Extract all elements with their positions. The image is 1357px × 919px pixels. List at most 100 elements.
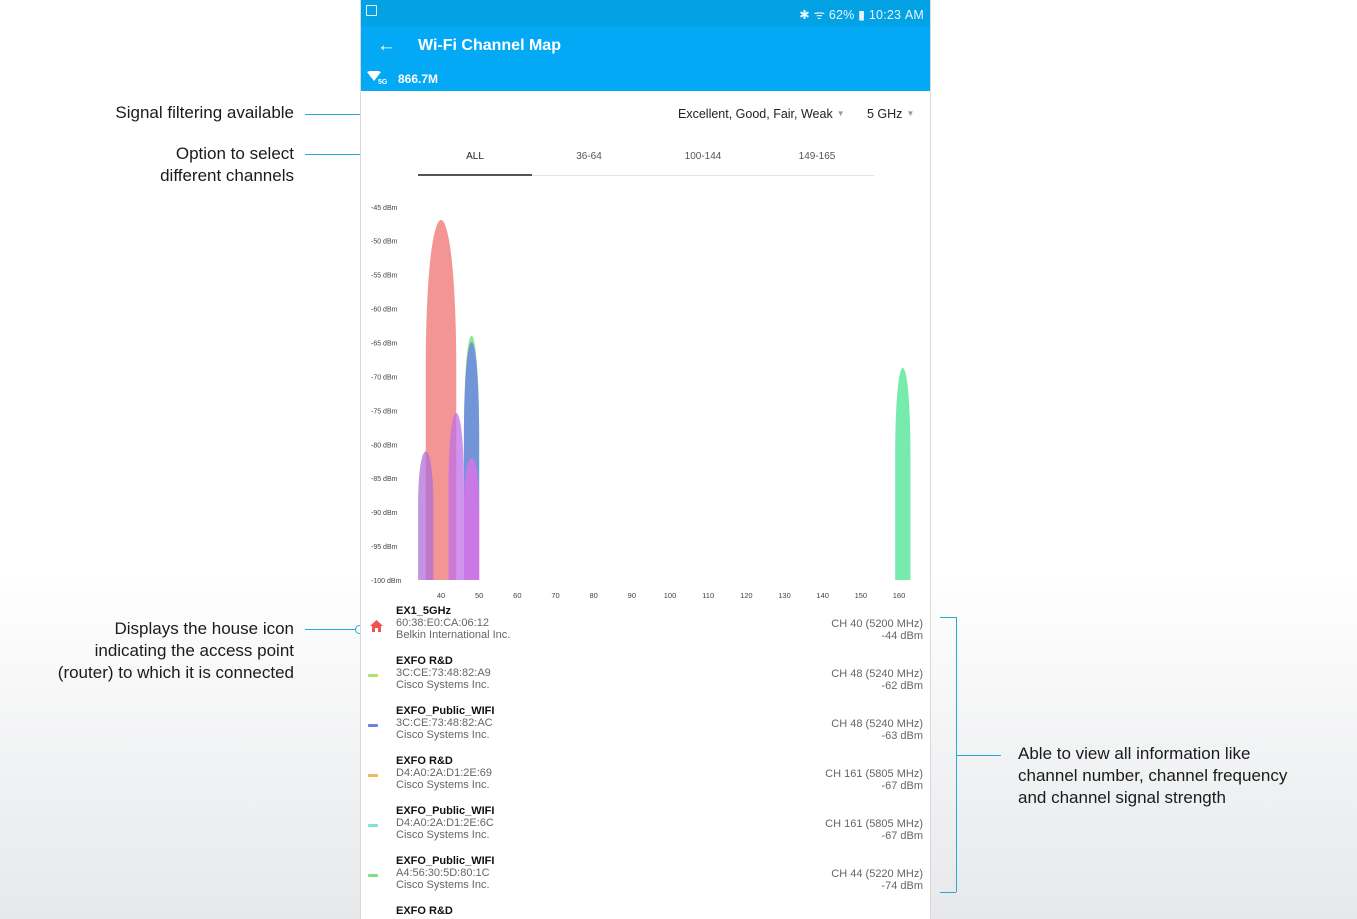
channel-tabs: ALL 36-64 100-144 149-165 [418,142,874,176]
ap-name: EX1_5GHz [396,605,452,617]
y-tick-label: -60 dBm [371,307,398,314]
bracket-bottom [940,892,956,893]
annotation-house-icon: Displays the house icon indicating the a… [0,618,294,684]
ap-mac: A4:56:30:5D:80:1C [396,867,490,879]
access-point-row[interactable]: EXFO_Public_WIFI A4:56:30:5D:80:1C Cisco S… [361,855,930,905]
ap-channel: CH 48 (5240 MHz) [831,718,923,730]
filter-row: Excellent, Good, Fair, Weak ▼ 5 GHz ▼ [361,105,930,125]
signal-filter-dropdown[interactable]: Excellent, Good, Fair, Weak ▼ [678,107,845,121]
tab-36-64[interactable]: 36-64 [532,151,646,162]
x-tick-label: 60 [513,591,521,600]
ap-signal: -62 dBm [881,680,923,692]
x-tick-label: 50 [475,591,483,600]
ap-signal: -44 dBm [881,630,923,642]
channel-signal-curve[interactable] [418,451,434,580]
annotation-line: Able to view all information like [1018,744,1251,763]
annotation-signal-filter: Signal filtering available [115,103,294,122]
leader-line-house-icon [305,629,357,630]
house-icon [370,620,383,632]
y-tick-label: -45 dBm [371,205,398,212]
annotation-channel-select: Option to select different channels [0,143,294,187]
ap-channel: CH 40 (5200 MHz) [831,618,923,630]
ap-signal: -67 dBm [881,830,923,842]
status-bar-right: ✱ ᯤ 62% ▮ 10:23 AM [799,8,924,22]
ap-signal: -63 dBm [881,730,923,742]
access-point-row[interactable]: EXFO_Public_WIFI 3C:CE:73:48:82:AC Cisco S… [361,705,930,755]
connection-bar: 5G 866.7M [361,66,930,91]
band-badge: 5G [378,79,388,86]
annotation-line: (router) to which it is connected [57,663,294,682]
link-speed: 866.7M [398,72,439,86]
access-point-row[interactable]: EXFO_Public_WIFI D4:A0:2A:D1:2E:6C Cisco S… [361,805,930,855]
ap-vendor: Cisco Systems Inc. [396,829,490,841]
app-bar: ← Wi-Fi Channel Map [361,26,930,66]
series-color-swatch [368,874,378,877]
ap-signal: -74 dBm [881,880,923,892]
x-tick-label: 140 [816,591,829,600]
x-tick-label: 80 [589,591,597,600]
x-tick-label: 150 [855,591,868,600]
channel-signal-curve[interactable] [448,412,464,580]
ap-signal: -67 dBm [881,780,923,792]
ap-vendor: Belkin International Inc. [396,629,511,641]
tab-149-165[interactable]: 149-165 [760,151,874,162]
access-point-row[interactable]: EX1_5GHz 60:38:E0:CA:06:12 Belkin Internat… [361,605,930,655]
channel-signal-curve[interactable] [895,367,911,580]
ap-channel: CH 48 (5240 MHz) [831,668,923,680]
access-point-row[interactable]: EXFO R&D 3C:CE:73:48:82:A9 Cisco Systems I… [361,655,930,705]
band-filter-dropdown[interactable]: 5 GHz ▼ [867,107,914,121]
y-tick-label: -70 dBm [371,374,398,381]
arrow-left-icon[interactable]: ← [377,35,396,57]
ap-channel: CH 161 (5805 MHz) [825,768,923,780]
ap-mac: D4:A0:2A:D1:2E:69 [396,767,493,779]
ap-name: EXFO_Public_WIFI [396,855,495,867]
phone-screen: ✱ ᯤ 62% ▮ 10:23 AM ← Wi-Fi Channel Map 5… [361,0,930,919]
ap-name: EXFO_Public_WIFI [396,805,495,817]
ap-channel: CH 44 (5220 MHz) [831,868,923,880]
channel-signal-curve[interactable] [463,457,480,580]
bracket-pointer [956,755,1001,756]
notification-icon [366,5,377,16]
chevron-down-icon: ▼ [836,109,845,118]
x-tick-label: 90 [628,591,636,600]
annotation-line: Displays the house icon [114,619,294,638]
band-filter-value: 5 GHz [867,107,903,121]
access-point-row[interactable]: EXFO R&D D4:A0:2A:D1:2E:69 Cisco Systems I… [361,755,930,805]
series-color-swatch [368,674,378,677]
ap-name: EXFO R&D [396,655,453,667]
x-tick-label: 110 [702,591,714,600]
annotation-line: channel number, channel frequency [1018,766,1288,785]
series-color-swatch [368,774,378,777]
signal-filter-value: Excellent, Good, Fair, Weak [678,107,833,121]
y-tick-label: -95 dBm [371,544,398,551]
annotation-line: and channel signal strength [1018,788,1226,807]
y-tick-label: -85 dBm [371,476,398,483]
y-tick-label: -80 dBm [371,442,398,449]
series-color-swatch [368,724,378,727]
tab-all[interactable]: ALL [418,151,532,162]
series-color-swatch [368,824,378,827]
annotation-line: different channels [160,166,294,185]
annotation-line: indicating the access point [94,641,294,660]
access-point-row[interactable]: EXFO R&D [361,905,930,919]
ap-name: EXFO R&D [396,905,453,917]
x-tick-label: 130 [778,591,791,600]
ap-mac: 3C:CE:73:48:82:AC [396,717,493,729]
x-tick-label: 120 [740,591,753,600]
channel-chart: -45 dBm -50 dBm -55 dBm -60 dBm -65 dBm -70 d… [371,205,911,600]
x-tick-label: 160 [893,591,906,600]
ap-vendor: Cisco Systems Inc. [396,729,490,741]
y-tick-label: -50 dBm [371,239,398,246]
y-tick-label: -75 dBm [371,408,398,415]
x-tick-label: 100 [664,591,677,600]
status-bar: ✱ ᯤ 62% ▮ 10:23 AM [361,0,930,26]
tab-100-144[interactable]: 100-144 [646,151,760,162]
y-tick-label: -65 dBm [371,341,398,348]
y-tick-label: -100 dBm [371,578,402,585]
ap-vendor: Cisco Systems Inc. [396,679,490,691]
annotation-line: Option to select [175,144,294,163]
ap-mac: D4:A0:2A:D1:2E:6C [396,817,494,829]
ap-mac: 3C:CE:73:48:82:A9 [396,667,491,679]
x-tick-label: 70 [551,591,559,600]
y-tick-label: -55 dBm [371,273,398,280]
